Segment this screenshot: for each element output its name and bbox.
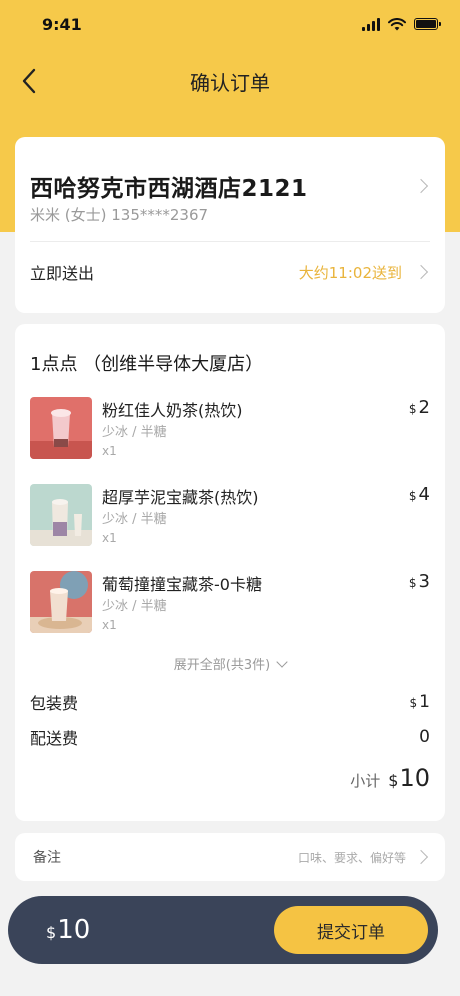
subtotal-value: $10 (388, 764, 430, 792)
delivery-time-row[interactable]: 立即送出 大约11:02送到 (30, 260, 430, 284)
nav-bar: 确认订单 (0, 56, 460, 106)
packaging-fee-label: 包装费 (30, 694, 79, 713)
item-name: 超厚芋泥宝藏茶(热饮) (102, 488, 259, 507)
note-hint: 口味、要求、偏好等 (297, 850, 406, 865)
expand-all-button[interactable]: 展开全部(共3件) (15, 654, 445, 673)
item-price: $4 (408, 484, 430, 505)
delivery-fee-label: 配送费 (30, 729, 79, 748)
expand-label: 展开全部(共3件) (173, 658, 271, 673)
chevron-down-icon (276, 655, 288, 668)
page-title: 确认订单 (190, 70, 270, 95)
status-time: 9:41 (42, 14, 82, 34)
list-item[interactable]: 超厚芋泥宝藏茶(热饮) 少冰 / 半糖 x1 $4 (30, 484, 430, 548)
packaging-fee-value: $1 (409, 692, 430, 712)
list-item[interactable]: 葡萄撞撞宝藏茶-0卡糖 少冰 / 半糖 x1 $3 (30, 571, 430, 635)
contact-info: 米米 (女士) 135****2367 (30, 206, 209, 224)
note-label: 备注 (33, 850, 61, 866)
back-button[interactable] (12, 64, 46, 98)
wifi-icon (388, 17, 406, 30)
address-card: 西哈努克市西湖酒店2121 米米 (女士) 135****2367 立即送出 大… (15, 137, 445, 313)
address-title: 西哈努克市西湖酒店2121 (30, 176, 308, 202)
item-quantity: x1 (102, 531, 117, 545)
chevron-right-icon (413, 178, 429, 194)
item-spec: 少冰 / 半糖 (102, 425, 167, 440)
status-bar: 9:41 (0, 0, 460, 48)
subtotal: 小计 $10 (350, 764, 430, 792)
divider (30, 241, 430, 242)
status-icons (362, 17, 441, 31)
item-quantity: x1 (102, 618, 117, 632)
total-price: $10 (46, 915, 91, 945)
shop-name: 1点点 （创维半导体大厦店） (30, 354, 264, 375)
product-image (30, 397, 92, 459)
order-card: 1点点 （创维半导体大厦店） 粉红佳人奶茶(热饮) 少冰 / 半糖 x1 $2 (15, 324, 445, 821)
list-item[interactable]: 粉红佳人奶茶(热饮) 少冰 / 半糖 x1 $2 (30, 397, 430, 461)
delivery-fee-row: 配送费 0 (30, 725, 430, 749)
product-image (30, 571, 92, 633)
item-price: $2 (408, 397, 430, 418)
product-image (30, 484, 92, 546)
packaging-fee-row: 包装费 $1 (30, 690, 430, 714)
address-row[interactable]: 西哈努克市西湖酒店2121 (30, 169, 430, 203)
checkout-bar: $10 提交订单 (8, 896, 438, 964)
item-quantity: x1 (102, 444, 117, 458)
item-name: 粉红佳人奶茶(热饮) (102, 401, 243, 420)
subtotal-label: 小计 (350, 772, 381, 790)
item-spec: 少冰 / 半糖 (102, 512, 167, 527)
delivery-time: 大约11:02送到 (298, 263, 402, 282)
delivery-label: 立即送出 (30, 264, 95, 283)
item-spec: 少冰 / 半糖 (102, 599, 167, 614)
chevron-right-icon (413, 264, 429, 280)
submit-order-button[interactable]: 提交订单 (274, 906, 428, 954)
chevron-right-icon (413, 849, 429, 865)
delivery-fee-value: 0 (419, 727, 430, 747)
signal-icon (362, 17, 380, 31)
chevron-left-icon (22, 68, 36, 94)
item-name: 葡萄撞撞宝藏茶-0卡糖 (102, 575, 262, 594)
item-price: $3 (408, 571, 430, 592)
battery-icon (414, 18, 441, 30)
note-row[interactable]: 备注 口味、要求、偏好等 (15, 833, 445, 881)
